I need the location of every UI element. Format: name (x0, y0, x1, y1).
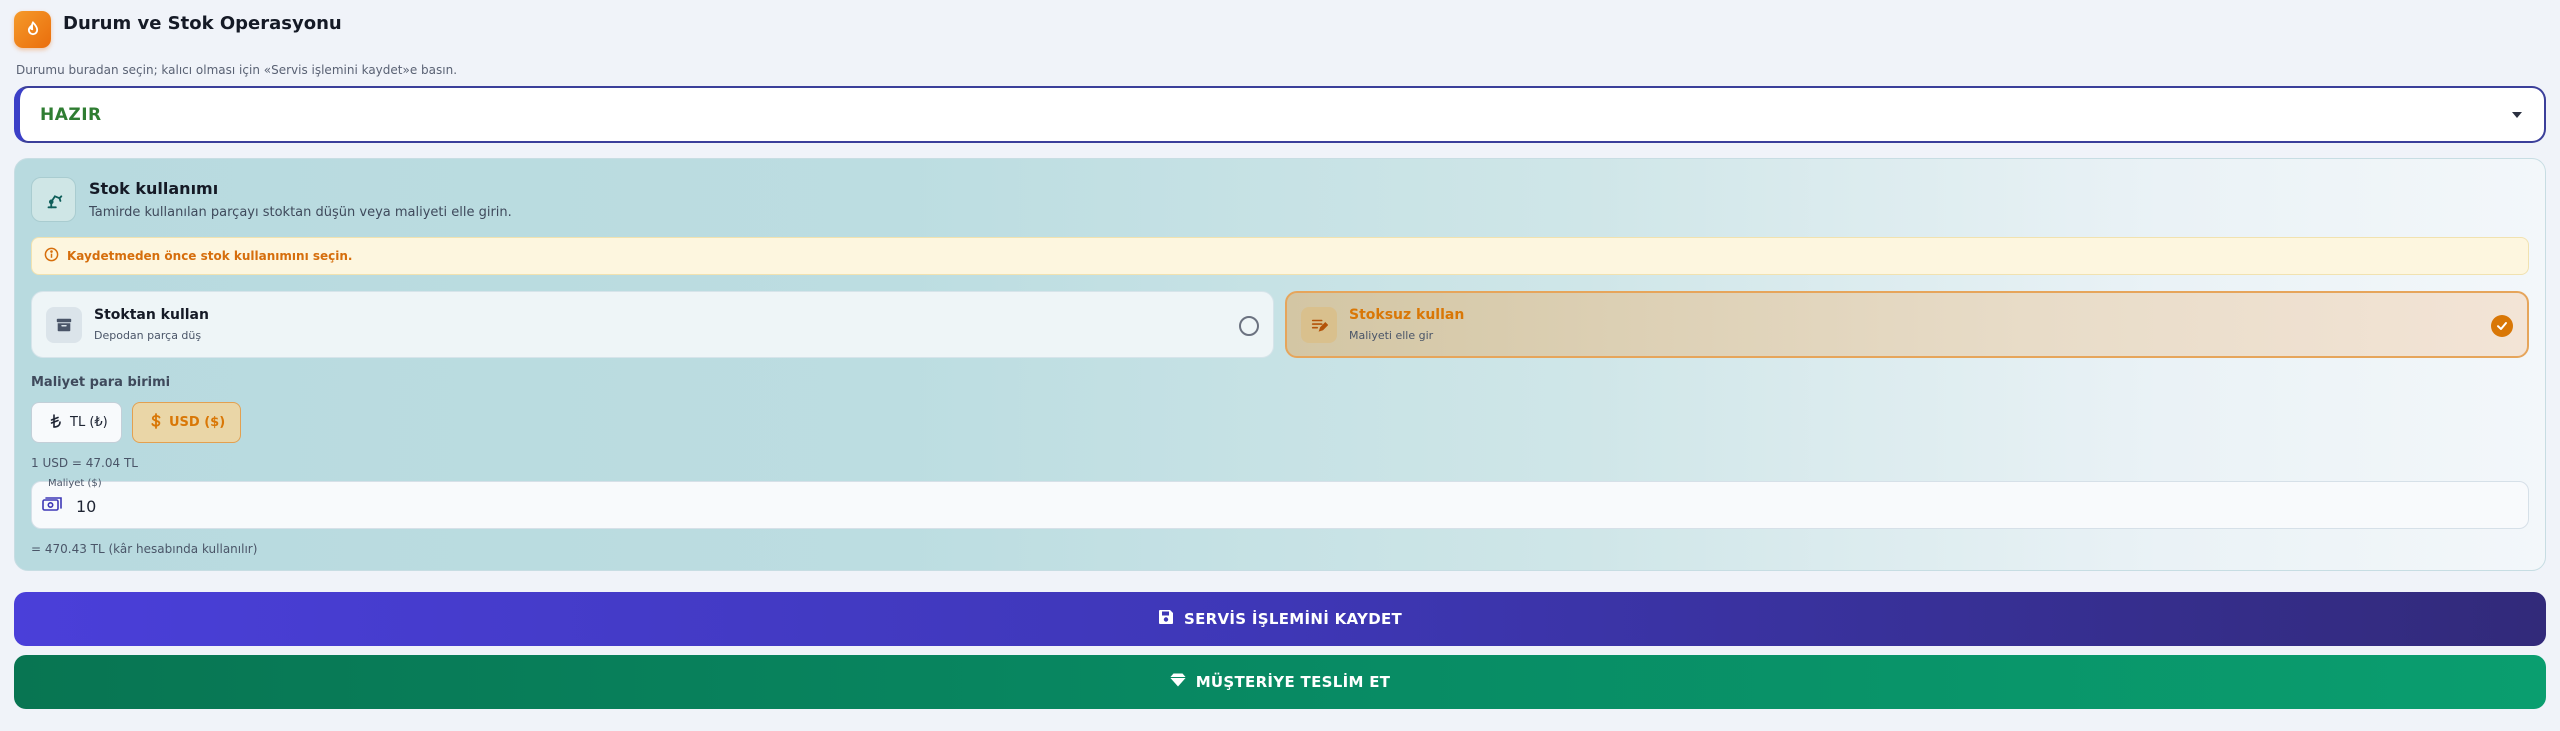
archive-box-icon (46, 306, 82, 343)
stock-usage-title: Stok kullanımı (89, 179, 219, 198)
radio-unchecked-icon[interactable] (1239, 316, 1259, 336)
lira-icon (50, 413, 62, 432)
page-header: Durum ve Stok Operasyonu (14, 11, 342, 48)
info-circle-icon (44, 247, 59, 265)
robot-arm-icon (31, 177, 76, 222)
stock-warning-banner: Kaydetmeden önce stok kullanımını seçin. (31, 237, 2529, 275)
deliver-to-customer-label: MÜŞTERİYE TESLİM ET (1195, 673, 1391, 691)
option-stoktan-kullan[interactable]: Stoktan kullan Depodan parça düş (31, 291, 1274, 358)
currency-option-label: TL (₺) (70, 415, 108, 430)
cost-field[interactable]: Maliyet ($) (31, 478, 2529, 529)
status-hint: Durumu buradan seçin; kalıcı olması için… (16, 63, 458, 77)
save-service-button[interactable]: SERVİS İŞLEMİNİ KAYDET (14, 592, 2546, 646)
floppy-disk-icon (1158, 609, 1174, 629)
currency-label: Maliyet para birimi (31, 375, 171, 390)
status-select[interactable]: HAZIR (14, 86, 2546, 143)
option-title: Stoksuz kullan (1349, 307, 1465, 323)
converted-cost-text: = 470.43 TL (kâr hesabında kullanılır) (31, 542, 258, 556)
chevron-down-icon (2510, 105, 2524, 124)
option-title: Stoktan kullan (94, 307, 209, 323)
edit-note-icon (1301, 306, 1337, 343)
save-service-label: SERVİS İŞLEMİNİ KAYDET (1183, 610, 1403, 628)
currency-tl-button[interactable]: TL (₺) (31, 402, 122, 443)
deliver-to-customer-button[interactable]: MÜŞTERİYE TESLİM ET (14, 655, 2546, 709)
check-circle-icon[interactable] (2491, 315, 2513, 337)
page-title: Durum ve Stok Operasyonu (63, 13, 342, 34)
option-subtitle: Depodan parça düş (94, 329, 202, 342)
option-stoksuz-kullan[interactable]: Stoksuz kullan Maliyeti elle gir (1285, 291, 2529, 358)
exchange-rate-text: 1 USD = 47.04 TL (31, 456, 138, 470)
cost-input[interactable] (76, 490, 676, 522)
status-selected-value: HAZIR (40, 104, 102, 125)
option-subtitle: Maliyeti elle gir (1349, 329, 1434, 342)
app-logo-icon (14, 11, 51, 48)
stock-usage-subtitle: Tamirde kullanılan parçayı stoktan düşün… (89, 205, 512, 220)
cost-field-label: Maliyet ($) (48, 478, 102, 489)
dollar-icon (151, 412, 161, 433)
diamond-icon (1169, 673, 1186, 691)
stock-usage-panel: Stok kullanımı Tamirde kullanılan parçay… (14, 158, 2546, 571)
stock-warning-text: Kaydetmeden önce stok kullanımını seçin. (67, 249, 353, 263)
currency-option-label: USD ($) (169, 415, 226, 430)
money-bill-icon (42, 497, 62, 517)
currency-usd-button[interactable]: USD ($) (132, 402, 241, 443)
